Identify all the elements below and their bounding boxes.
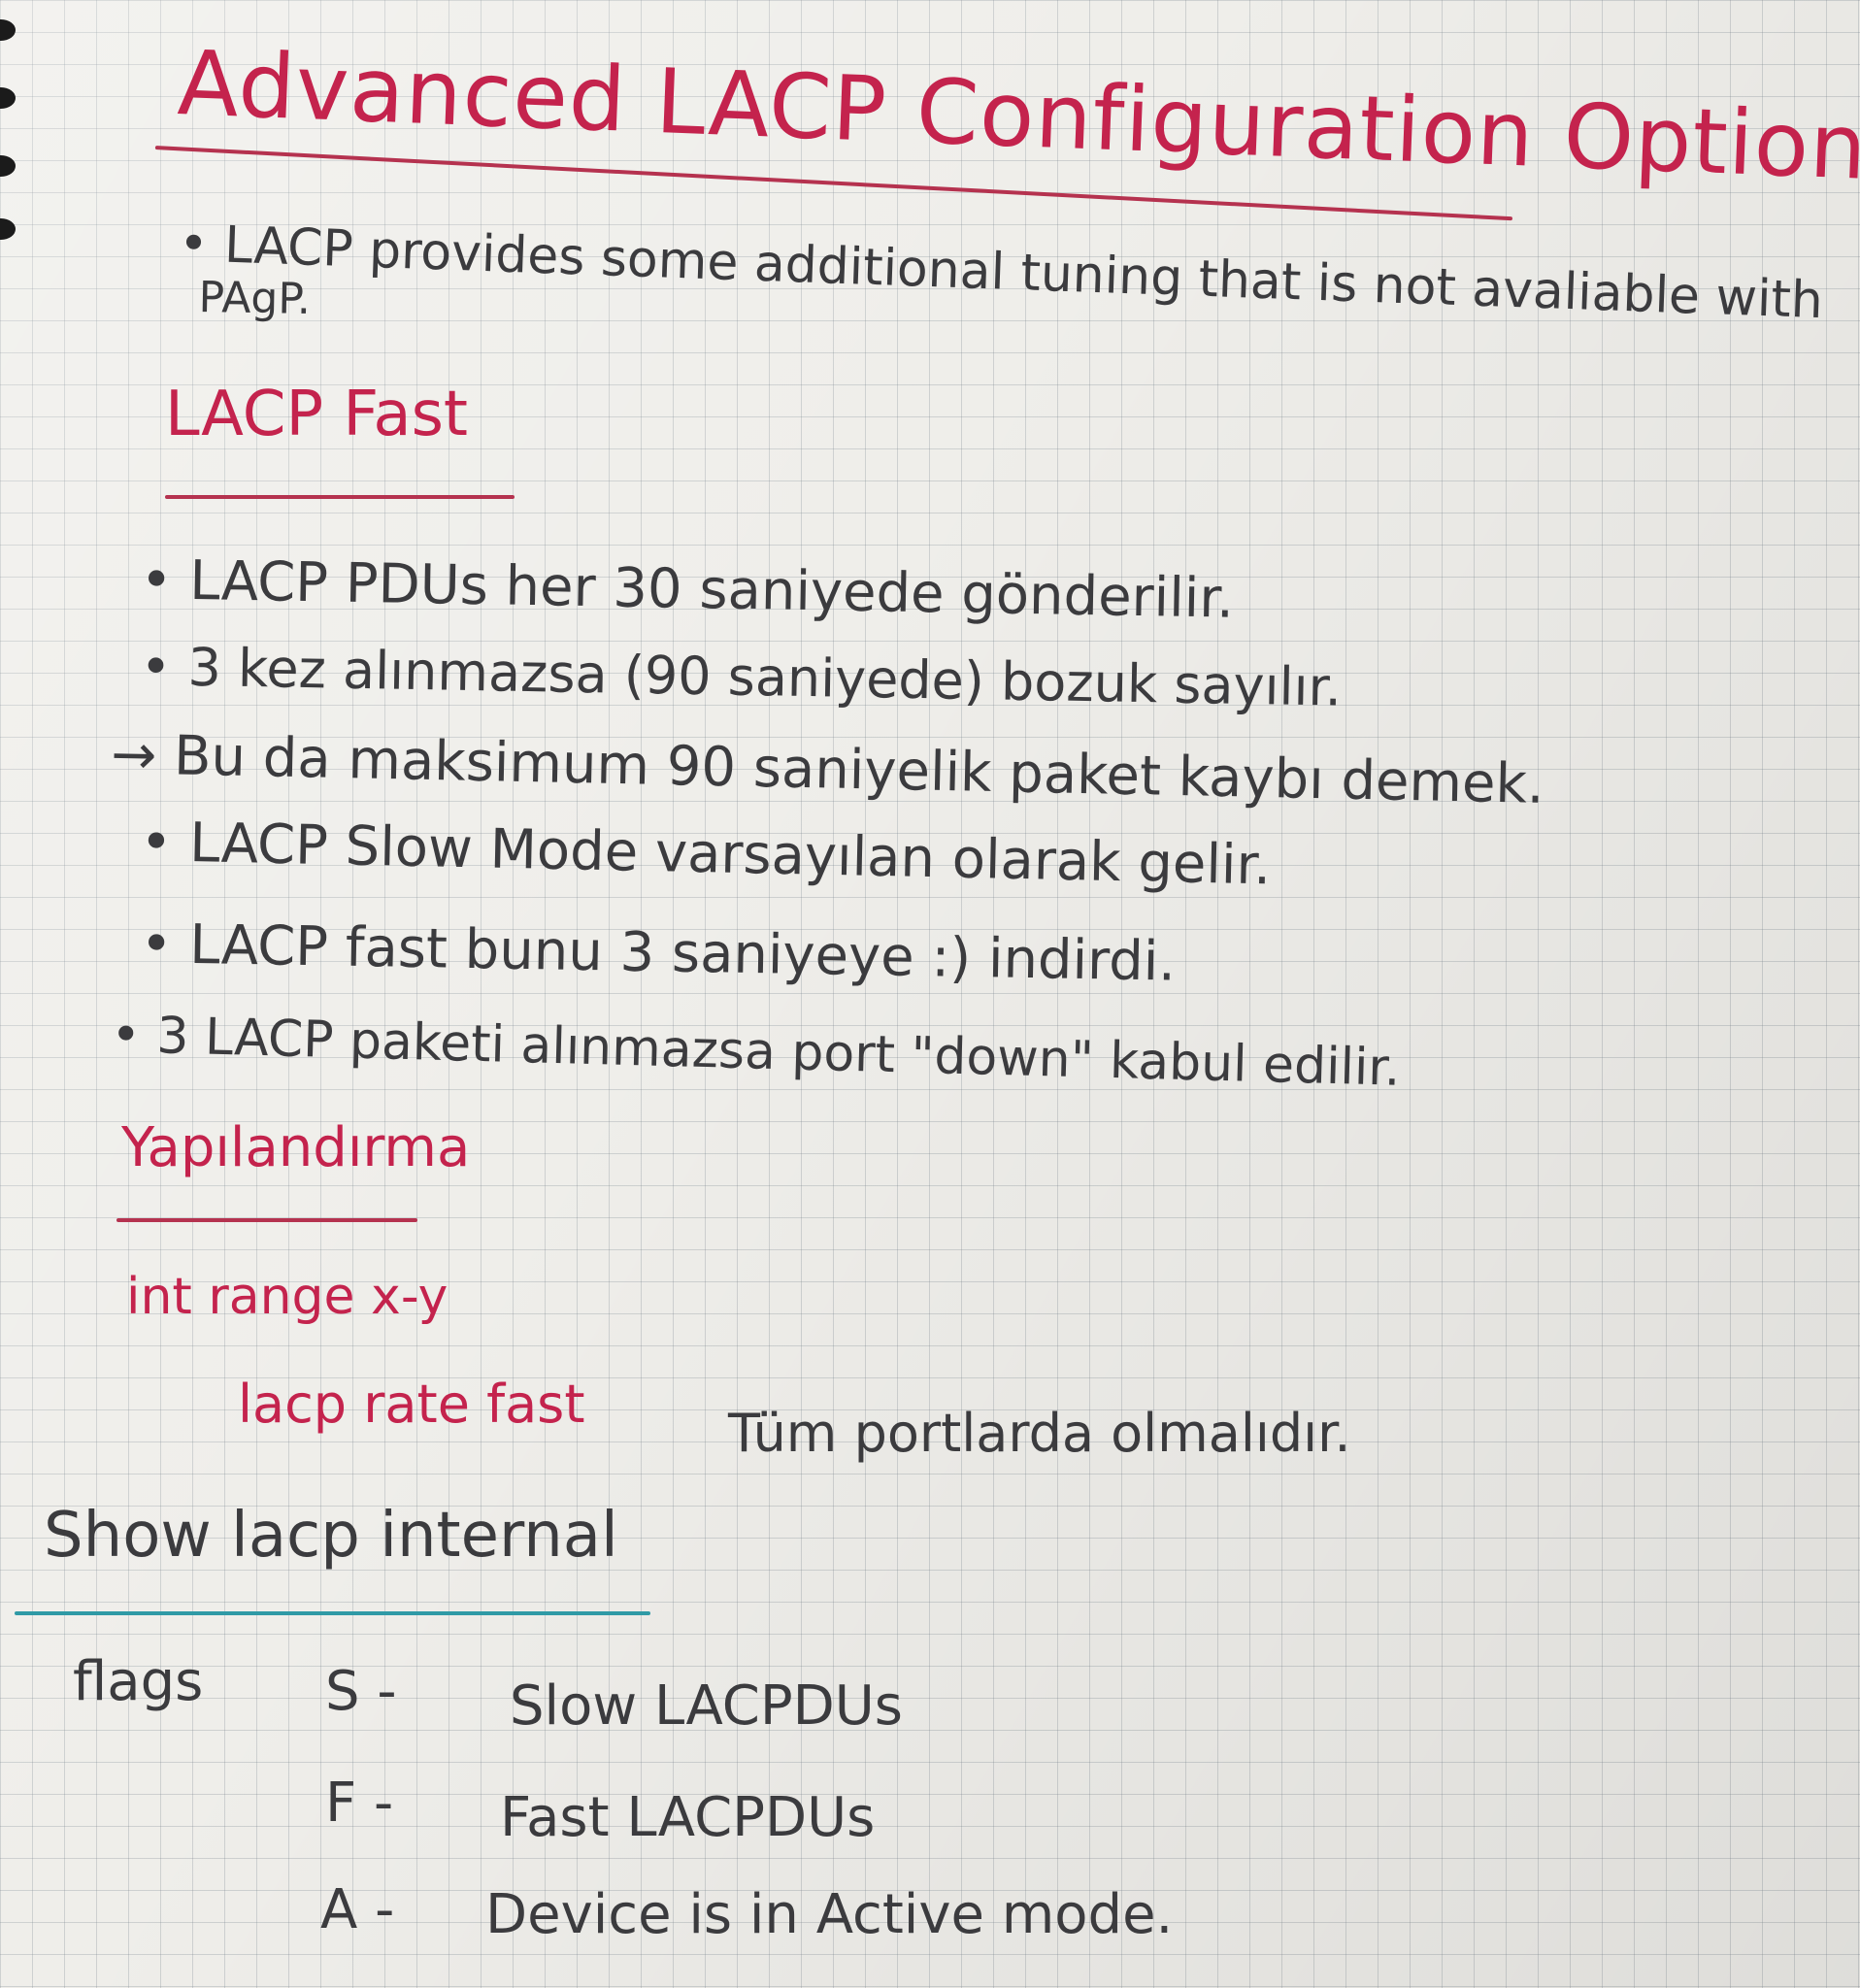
section-underline <box>165 495 515 499</box>
binder-hole <box>0 19 16 41</box>
lacp-fast-line: • 3 LACP paketi alınmazsa port "down" ka… <box>110 1006 1402 1098</box>
flag-description: Device is in Active mode. <box>485 1883 1174 1946</box>
page-title: Advanced LACP Configuration Options <box>176 31 1860 202</box>
flag-description: Fast LACPDUs <box>500 1786 876 1849</box>
binder-hole <box>0 155 16 177</box>
section-underline <box>15 1611 650 1615</box>
section-heading-lacp-fast: LACP Fast <box>165 379 468 450</box>
flags-label: flags <box>73 1650 204 1713</box>
intro-line-2: PAgP. <box>198 273 312 325</box>
lacp-fast-line: • LACP fast bunu 3 saniyeye :) indirdi. <box>139 912 1177 994</box>
section-heading-configuration: Yapılandırma <box>121 1116 471 1179</box>
binder-hole <box>0 87 16 109</box>
section-heading-show: Show lacp internal <box>44 1500 618 1572</box>
binder-holes <box>0 19 25 252</box>
config-note: Tüm portlarda olmalıdır. <box>728 1403 1351 1464</box>
config-command: int range x-y <box>126 1268 448 1326</box>
flag-key: F - <box>325 1772 394 1835</box>
lacp-fast-line: • LACP Slow Mode varsayılan olarak gelir… <box>139 811 1272 898</box>
config-command: lacp rate fast <box>238 1374 585 1435</box>
binder-hole <box>0 218 16 240</box>
flag-description: Slow LACPDUs <box>510 1674 903 1738</box>
lacp-fast-line: → Bu da maksimum 90 saniyelik paket kayb… <box>110 723 1545 816</box>
lacp-fast-line: • 3 kez alınmazsa (90 saniyede) bozuk sa… <box>139 636 1343 718</box>
flag-key: S - <box>325 1660 397 1723</box>
intro-line-1: • LACP provides some additional tuning t… <box>178 215 1824 331</box>
flag-key: A - <box>320 1878 395 1941</box>
section-underline <box>116 1218 417 1222</box>
lacp-fast-line: • LACP PDUs her 30 saniyede gönderilir. <box>139 548 1235 631</box>
